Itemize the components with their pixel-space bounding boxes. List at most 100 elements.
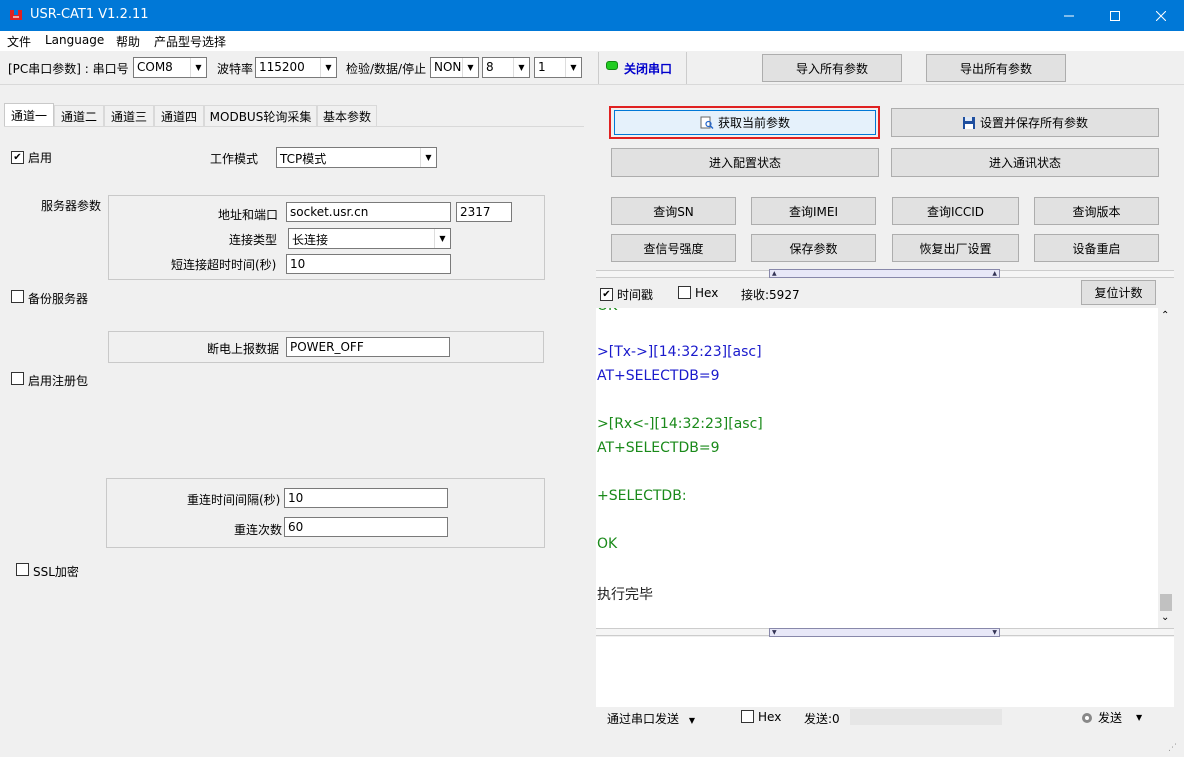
send-icon bbox=[1082, 712, 1092, 723]
tab-basic-params[interactable]: 基本参数 bbox=[317, 105, 377, 126]
get-params-button[interactable]: 获取当前参数 bbox=[614, 110, 876, 135]
register-checkbox[interactable] bbox=[11, 372, 24, 388]
menu-bar: 文件 Language 帮助 产品型号选择 bbox=[0, 31, 1184, 51]
checkbox-empty-icon bbox=[16, 563, 29, 576]
hex-send-label: Hex bbox=[758, 710, 782, 724]
menu-product-model[interactable]: 产品型号选择 bbox=[154, 33, 226, 50]
toolbar-divider bbox=[686, 52, 687, 84]
send-via-label: 通过串口发送 bbox=[607, 712, 680, 726]
backup-server-checkbox[interactable] bbox=[11, 290, 24, 306]
backup-server-label: 备份服务器 bbox=[28, 292, 89, 306]
ssl-checkbox[interactable] bbox=[16, 563, 29, 579]
enter-comm-button[interactable]: 进入通讯状态 bbox=[891, 148, 1159, 177]
server-params-label: 服务器参数 bbox=[41, 199, 102, 213]
query-imei-button[interactable]: 查询IMEI bbox=[751, 197, 876, 225]
baud-value: 115200 bbox=[259, 60, 305, 74]
stopbits-select[interactable]: 1 ▼ bbox=[534, 57, 582, 78]
menu-help[interactable]: 帮助 bbox=[116, 33, 140, 50]
baud-select[interactable]: 115200 ▼ bbox=[255, 57, 337, 78]
short-timeout-input[interactable]: 10 bbox=[286, 254, 451, 274]
hex-recv-label: Hex bbox=[695, 286, 719, 300]
close-port-button[interactable]: 关闭串口 bbox=[624, 60, 672, 77]
menu-file[interactable]: 文件 bbox=[7, 33, 31, 50]
databits-select[interactable]: 8 ▼ bbox=[482, 57, 530, 78]
send-label: 发送 bbox=[1098, 711, 1123, 725]
import-params-button[interactable]: 导入所有参数 bbox=[762, 54, 902, 82]
power-off-input[interactable]: POWER_OFF bbox=[286, 337, 450, 357]
search-document-icon bbox=[700, 116, 714, 129]
timestamp-label: 时间戳 bbox=[617, 288, 654, 302]
check-icon: ✔ bbox=[11, 151, 24, 164]
send-via-select[interactable]: 通过串口发送 ▼ bbox=[607, 710, 695, 727]
query-iccid-button[interactable]: 查询ICCID bbox=[892, 197, 1019, 225]
enable-label: 启用 bbox=[28, 151, 53, 165]
stopbits-value: 1 bbox=[538, 60, 546, 74]
device-restart-button[interactable]: 设备重启 bbox=[1034, 234, 1159, 262]
log-line: AT+SELECTDB=9 bbox=[597, 440, 720, 456]
send-progress bbox=[850, 709, 1002, 725]
parity-select[interactable]: NONI ▼ bbox=[430, 57, 479, 78]
tab-modbus[interactable]: MODBUS轮询采集 bbox=[204, 105, 317, 126]
resize-grip-icon[interactable]: ⋰ bbox=[1168, 743, 1177, 753]
tab-channel-1[interactable]: 通道一 bbox=[4, 103, 54, 127]
log-scrollbar[interactable]: ⌃ ⌄ bbox=[1158, 308, 1174, 628]
reset-count-button[interactable]: 复位计数 bbox=[1081, 280, 1156, 305]
save-params-button[interactable]: 保存参数 bbox=[751, 234, 876, 262]
checkbox-empty-icon bbox=[678, 286, 691, 299]
checkbox-empty-icon bbox=[11, 372, 24, 385]
splitter-grip[interactable]: ▲ ▲ bbox=[769, 269, 1000, 278]
query-signal-button[interactable]: 查信号强度 bbox=[611, 234, 736, 262]
conn-type-value: 长连接 bbox=[292, 233, 329, 247]
send-input[interactable] bbox=[596, 637, 1174, 707]
short-timeout-label: 短连接超时时间(秒) bbox=[171, 258, 277, 272]
close-button[interactable] bbox=[1138, 0, 1184, 31]
floppy-disk-icon bbox=[962, 116, 975, 129]
log-line: +SELECTDB: bbox=[597, 488, 687, 504]
app-icon bbox=[10, 10, 22, 20]
tab-channel-3[interactable]: 通道三 bbox=[104, 105, 154, 126]
checkbox-empty-icon bbox=[741, 710, 754, 723]
send-bar: 通过串口发送 ▼ Hex 发送:0 发送 ▼ bbox=[596, 707, 1174, 727]
address-input[interactable]: socket.usr.cn bbox=[286, 202, 451, 222]
save-all-label: 设置并保存所有参数 bbox=[979, 116, 1088, 130]
query-sn-button[interactable]: 查询SN bbox=[611, 197, 736, 225]
toolbar-divider bbox=[598, 52, 599, 84]
query-version-button[interactable]: 查询版本 bbox=[1034, 197, 1159, 225]
tab-channel-4[interactable]: 通道四 bbox=[154, 105, 204, 126]
timestamp-checkbox[interactable]: ✔ bbox=[600, 286, 613, 301]
check-icon: ✔ bbox=[600, 288, 613, 301]
check-label: 检验/数据/停止 bbox=[346, 62, 427, 76]
window-title: USR-CAT1 V1.2.11 bbox=[30, 7, 149, 22]
menu-language[interactable]: Language bbox=[45, 33, 104, 47]
conn-type-select[interactable]: 长连接 ▼ bbox=[288, 228, 451, 249]
chevron-down-icon: ▼ bbox=[565, 58, 581, 77]
send-button[interactable]: 发送 ▼ bbox=[1080, 709, 1142, 726]
maximize-button[interactable] bbox=[1092, 0, 1138, 31]
scroll-down-icon[interactable]: ⌄ bbox=[1161, 612, 1169, 623]
reconnect-count-input[interactable]: 60 bbox=[284, 517, 448, 537]
power-off-label: 断电上报数据 bbox=[207, 342, 280, 356]
hex-recv-checkbox[interactable] bbox=[678, 286, 691, 302]
pc-params-label: [PC串口参数] : 串口号 bbox=[8, 62, 129, 76]
work-mode-select[interactable]: TCP模式 ▼ bbox=[276, 147, 437, 168]
port-select[interactable]: COM8 ▼ bbox=[133, 57, 207, 78]
factory-reset-button[interactable]: 恢复出厂设置 bbox=[892, 234, 1019, 262]
minimize-button[interactable] bbox=[1046, 0, 1092, 31]
tab-channel-2[interactable]: 通道二 bbox=[54, 105, 104, 126]
scroll-up-icon[interactable]: ⌃ bbox=[1161, 310, 1169, 321]
splitter-grip[interactable]: ▼ ▼ bbox=[769, 628, 1000, 637]
enter-config-button[interactable]: 进入配置状态 bbox=[611, 148, 879, 177]
enable-checkbox[interactable]: ✔ bbox=[11, 149, 24, 164]
scroll-thumb[interactable] bbox=[1160, 594, 1172, 611]
get-params-label: 获取当前参数 bbox=[717, 116, 790, 130]
log-line: OK bbox=[597, 308, 617, 314]
save-all-button[interactable]: 设置并保存所有参数 bbox=[891, 108, 1159, 137]
chevron-down-icon: ▼ bbox=[434, 229, 450, 248]
hex-send-checkbox[interactable] bbox=[741, 710, 754, 726]
port-value: COM8 bbox=[137, 60, 173, 74]
port-input[interactable]: 2317 bbox=[456, 202, 512, 222]
receive-log[interactable]: OK >[Tx->][14:32:23][asc] AT+SELECTDB=9 … bbox=[596, 308, 1174, 628]
recv-count: 接收:5927 bbox=[741, 288, 800, 302]
export-params-button[interactable]: 导出所有参数 bbox=[926, 54, 1066, 82]
reconnect-interval-input[interactable]: 10 bbox=[284, 488, 448, 508]
